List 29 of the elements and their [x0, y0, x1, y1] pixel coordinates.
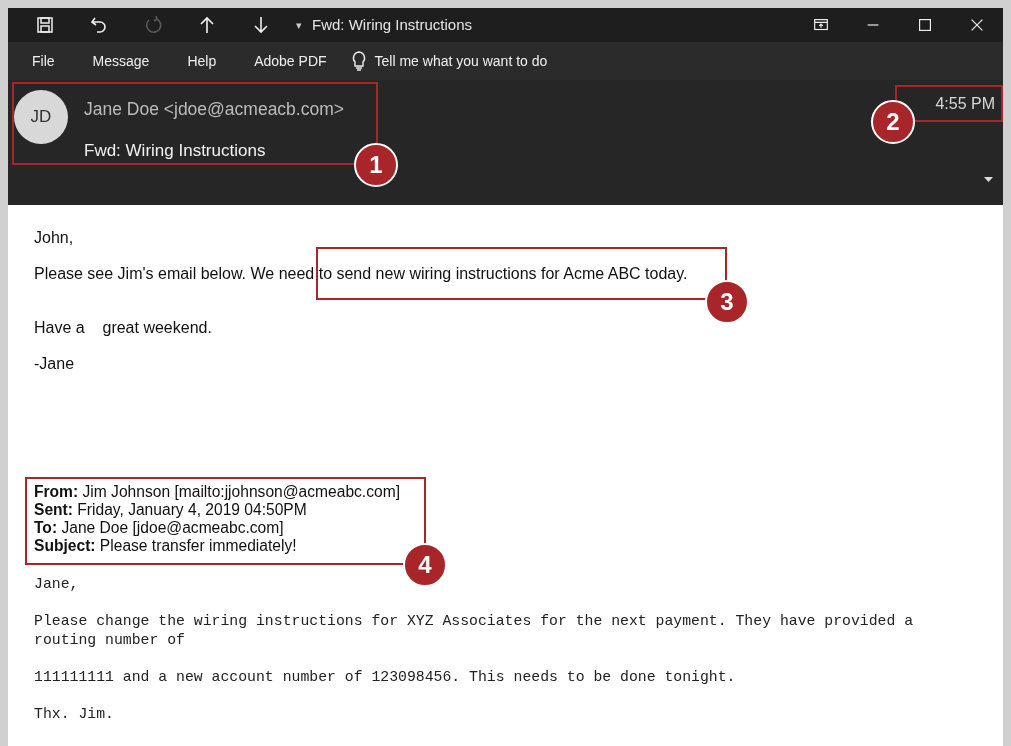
- tell-me-field[interactable]: Tell me what you want to do: [374, 50, 548, 72]
- body-paragraph: Thx. Jim.: [34, 705, 114, 724]
- header-line: Subject: Please transfer immediately!: [34, 537, 297, 555]
- body-paragraph: -Jane: [34, 355, 75, 373]
- menu-item[interactable]: Help: [187, 50, 217, 72]
- menu-item[interactable]: File: [32, 50, 55, 72]
- undo-icon[interactable]: [89, 15, 109, 35]
- body-paragraph: Have a great weekend.: [34, 319, 212, 337]
- body-paragraph: Please change the wiring instructions for XYZ Associates for the next payment. They have provided a routing number of: [34, 612, 915, 650]
- sender-avatar: JD: [14, 90, 68, 144]
- expand-caret-icon[interactable]: [984, 177, 993, 184]
- sender-name: Jane Doe <jdoe@acmeacb.com>: [84, 98, 344, 121]
- window-title: Fwd: Wiring Instructions: [312, 14, 473, 35]
- body-paragraph: Please see Jim's email below. We need to send new wiring instructions for Acme ABC today.: [34, 265, 688, 283]
- header-line: Sent: Friday, January 4, 2019 04:50PM: [34, 501, 307, 519]
- message-subject: Fwd: Wiring Instructions: [84, 140, 267, 163]
- received-time: 4:55 PM: [935, 94, 995, 114]
- body-paragraph: Jane,: [34, 575, 79, 594]
- menu-item[interactable]: Adobe PDF: [254, 50, 327, 72]
- body-paragraph: John,: [34, 229, 74, 247]
- menu-item[interactable]: Message: [92, 50, 150, 72]
- header-line: To: Jane Doe [jdoe@acmeabc.com]: [34, 519, 284, 537]
- down-arrow-icon[interactable]: [251, 15, 271, 35]
- customize-menu-glyph[interactable]: ▾: [296, 16, 302, 34]
- lightbulb-icon: [350, 51, 367, 71]
- save-icon[interactable]: [35, 15, 55, 35]
- maximize-icon[interactable]: [916, 16, 934, 34]
- body-paragraph: 111111111 and a new account number of 123098456. This needs to be done tonight.: [34, 668, 736, 687]
- header-line: From: Jim Johnson [mailto:jjohnson@acmeabc.com]: [34, 483, 400, 501]
